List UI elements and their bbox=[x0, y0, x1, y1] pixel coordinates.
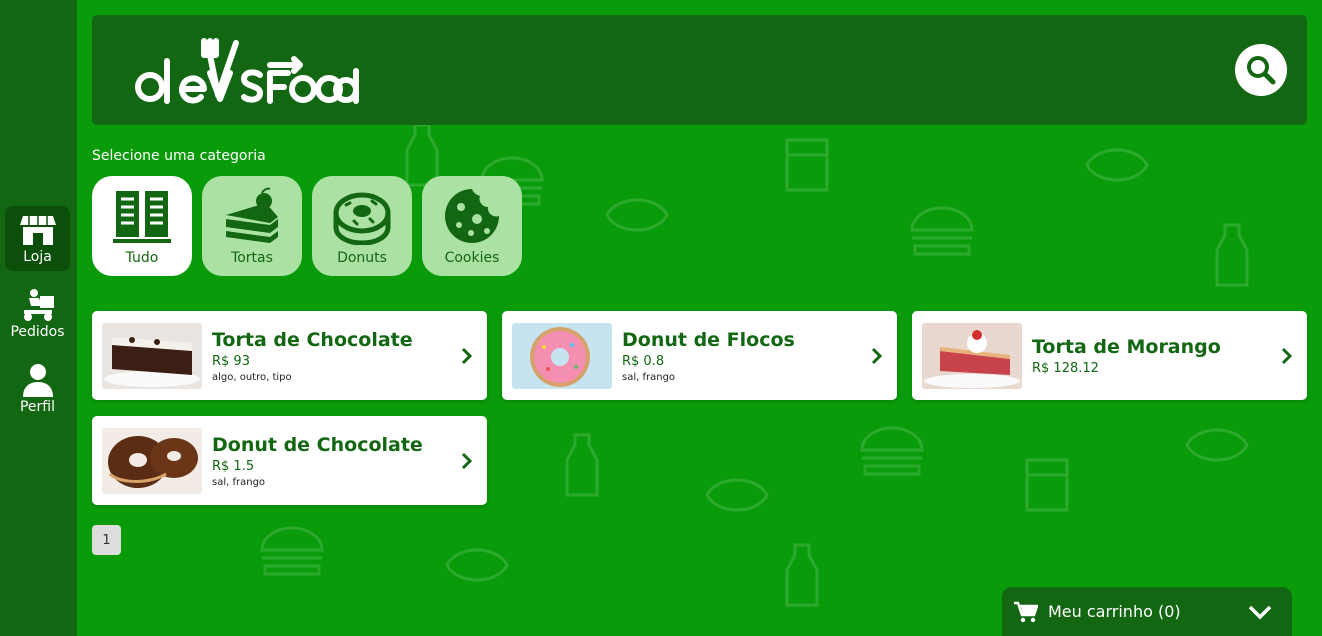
sidebar-item-perfil[interactable]: Perfil bbox=[5, 356, 70, 421]
cart-label: Meu carrinho (0) bbox=[1048, 602, 1181, 621]
category-label: Tortas bbox=[231, 250, 273, 266]
product-price: R$ 128.12 bbox=[1032, 361, 1099, 376]
product-price: R$ 1.5 bbox=[212, 459, 255, 474]
chevron-right-icon bbox=[871, 347, 883, 364]
product-name: Donut de Chocolate bbox=[212, 434, 423, 456]
product-image bbox=[102, 322, 202, 389]
shopping-cart-icon bbox=[1014, 601, 1038, 622]
category-label: Tudo bbox=[125, 250, 159, 266]
product-ingredients: sal, frango bbox=[622, 372, 676, 383]
search-icon bbox=[1247, 56, 1276, 85]
product-price: R$ 93 bbox=[212, 354, 250, 369]
category-label: Cookies bbox=[444, 250, 500, 266]
product-name: Torta de Chocolate bbox=[212, 329, 413, 351]
header bbox=[92, 15, 1307, 125]
sidebar-item-pedidos[interactable]: Pedidos bbox=[5, 281, 70, 346]
user-icon bbox=[22, 363, 53, 397]
sidebar-item-label: Loja bbox=[23, 248, 52, 265]
cookie-icon bbox=[445, 189, 499, 243]
category-tortas[interactable]: Tortas bbox=[202, 176, 302, 276]
donut-icon bbox=[333, 192, 391, 245]
product-card[interactable]: Torta de Chocolate R$ 93 algo, outro, ti… bbox=[92, 311, 487, 400]
pagination-page-1[interactable]: 1 bbox=[92, 525, 121, 555]
search-button[interactable] bbox=[1235, 44, 1287, 96]
chevron-down-icon[interactable] bbox=[1248, 604, 1272, 620]
store-icon bbox=[19, 215, 56, 245]
sidebar-item-label: Perfil bbox=[19, 398, 56, 415]
category-donuts[interactable]: Donuts bbox=[312, 176, 412, 276]
cake-icon bbox=[226, 187, 278, 243]
product-card[interactable]: Torta de Morango R$ 128.12 bbox=[912, 311, 1307, 400]
delivery-icon bbox=[23, 288, 54, 321]
sidebar-item-loja[interactable]: Loja bbox=[5, 206, 70, 271]
product-card[interactable]: Donut de Chocolate R$ 1.5 sal, frango bbox=[92, 416, 487, 505]
product-image bbox=[512, 322, 612, 389]
sidebar: Loja Pedidos Perfil bbox=[0, 0, 77, 636]
category-list: Tudo Tortas Donuts Cookies bbox=[92, 176, 522, 276]
product-ingredients: algo, outro, tipo bbox=[212, 372, 292, 383]
product-price: R$ 0.8 bbox=[622, 354, 665, 369]
chevron-right-icon bbox=[1281, 347, 1293, 364]
menu-book-icon bbox=[113, 191, 171, 243]
product-image bbox=[102, 427, 202, 494]
category-cookies[interactable]: Cookies bbox=[422, 176, 522, 276]
product-name: Donut de Flocos bbox=[622, 329, 795, 351]
chevron-right-icon bbox=[461, 347, 473, 364]
product-ingredients: sal, frango bbox=[212, 477, 266, 488]
cart-bar[interactable]: Meu carrinho (0) bbox=[1002, 587, 1292, 636]
product-card[interactable]: Donut de Flocos R$ 0.8 sal, frango bbox=[502, 311, 897, 400]
category-label: Donuts bbox=[337, 250, 387, 266]
sidebar-item-label: Pedidos bbox=[10, 323, 65, 340]
category-title: Selecione uma categoria bbox=[92, 148, 266, 164]
product-name: Torta de Morango bbox=[1032, 336, 1221, 358]
category-tudo[interactable]: Tudo bbox=[92, 176, 192, 276]
chevron-right-icon bbox=[461, 452, 473, 469]
devsfood-logo[interactable] bbox=[112, 33, 362, 112]
product-image bbox=[922, 322, 1022, 389]
